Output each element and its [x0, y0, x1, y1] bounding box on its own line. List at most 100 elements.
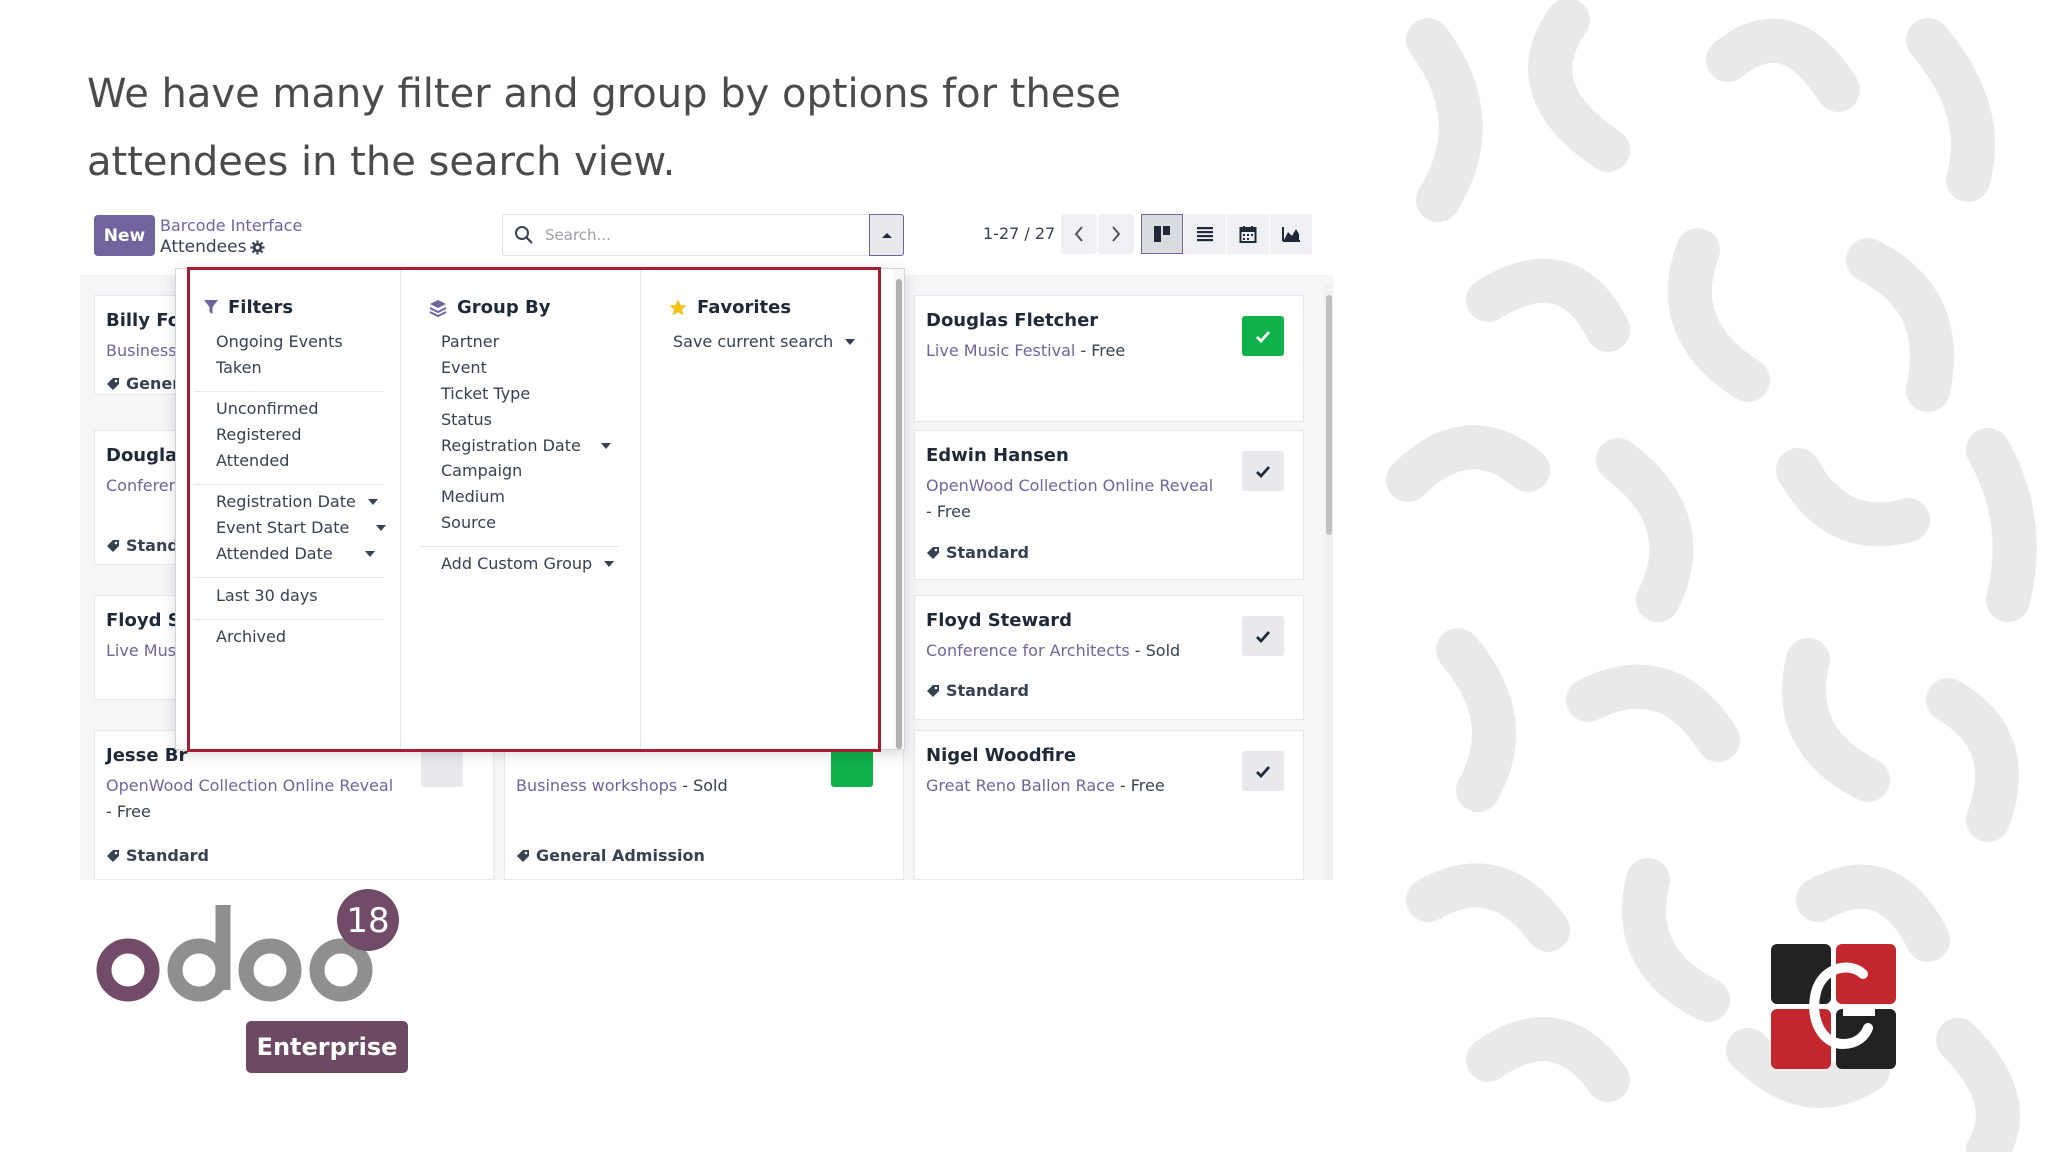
tag-icon [107, 539, 119, 552]
kanban-card[interactable]: Edwin Hansen OpenWood Collection Online … [914, 430, 1304, 580]
graph-view-button[interactable] [1270, 214, 1312, 254]
event-link[interactable]: Conferen [106, 476, 179, 495]
group-by-status[interactable]: Status [441, 410, 492, 429]
pager-previous-button[interactable] [1061, 214, 1097, 254]
odoo-app-window: New Barcode Interface Attendees 1-27 / 2… [80, 205, 1333, 880]
gear-icon[interactable] [250, 239, 265, 255]
group-by-registration-date-label: Registration Date [441, 436, 581, 455]
group-by-title: Group By [457, 297, 551, 318]
ticket-type: Stand [106, 536, 179, 555]
caret-down-icon [367, 498, 378, 505]
search-bar[interactable] [502, 214, 904, 256]
filter-attended-date[interactable]: Attended Date [216, 544, 375, 563]
caret-down-icon [845, 338, 856, 345]
caret-down-icon [364, 550, 375, 557]
search-icon [515, 226, 533, 244]
group-by-partner[interactable]: Partner [441, 332, 499, 351]
mark-attended-button[interactable] [831, 747, 873, 787]
mark-attended-button[interactable] [1242, 316, 1284, 356]
breadcrumb-current-label: Attendees [160, 237, 247, 257]
ticket-status: - Free [106, 802, 151, 821]
group-by-campaign[interactable]: Campaign [441, 461, 522, 480]
kanban-card[interactable]: Floyd Steward Conference for Architects … [914, 595, 1304, 720]
event-link[interactable]: OpenWood Collection Online Reveal [926, 476, 1213, 495]
event-link[interactable]: Business [106, 341, 177, 360]
attendee-name: Edwin Hansen [926, 445, 1069, 466]
save-current-search-label: Save current search [673, 332, 834, 351]
mark-attended-button[interactable] [1242, 751, 1284, 791]
event-link[interactable]: Great Reno Ballon Race [926, 776, 1115, 795]
event-link[interactable]: OpenWood Collection Online Reveal [106, 776, 393, 795]
new-button[interactable]: New [94, 215, 155, 256]
kanban-view-button[interactable] [1141, 214, 1183, 254]
group-by-source[interactable]: Source [441, 513, 496, 532]
ticket-status: - Sold [1129, 641, 1181, 660]
event-link[interactable]: Business workshops [516, 776, 677, 795]
filter-ongoing-events[interactable]: Ongoing Events [216, 332, 343, 351]
decorative-pattern [1368, 0, 2048, 1152]
filter-attended[interactable]: Attended [216, 451, 289, 470]
filter-archived[interactable]: Archived [216, 627, 286, 646]
caret-down-icon [600, 442, 611, 449]
ticket-type: General Admission [516, 846, 705, 865]
ticket-type: Standard [926, 681, 1029, 700]
filters-title: Filters [228, 297, 294, 318]
filters-panel: Filters Ongoing Events Taken Unconfirmed… [176, 269, 401, 749]
group-by-ticket-type[interactable]: Ticket Type [441, 384, 530, 403]
pager-value[interactable]: 1-27 / 27 [983, 224, 1055, 243]
check-icon [1256, 465, 1271, 478]
event-link[interactable]: Live Musi [106, 641, 180, 660]
tag-icon [107, 377, 119, 390]
mark-attended-button[interactable] [1242, 616, 1284, 656]
event-link[interactable]: Live Music Festival [926, 341, 1075, 360]
event-link[interactable]: Conference for Architects [926, 641, 1130, 660]
save-current-search[interactable]: Save current search [673, 332, 856, 351]
group-by-panel: Group By Partner Event Ticket Type Statu… [401, 269, 641, 749]
favorites-panel: Favorites Save current search [641, 269, 896, 749]
calendar-icon [1239, 226, 1257, 243]
breadcrumb-parent[interactable]: Barcode Interface [160, 216, 302, 235]
kanban-scrollbar-thumb[interactable] [1326, 295, 1332, 535]
calendar-view-button[interactable] [1227, 214, 1269, 254]
tag-icon [927, 684, 939, 697]
ticket-type-label: Standard [126, 846, 209, 865]
ticket-type-label: Standard [946, 681, 1029, 700]
attendee-event: Business workshops - Sold [516, 773, 816, 799]
group-by-registration-date[interactable]: Registration Date [441, 436, 611, 455]
kanban-card[interactable]: Business workshops - Sold General Admiss… [504, 730, 904, 880]
filter-registration-date-label: Registration Date [216, 492, 356, 511]
company-logo [1771, 944, 1896, 1069]
add-custom-group-label: Add Custom Group [441, 554, 593, 573]
add-custom-group-select[interactable]: Add Custom Group [441, 554, 615, 573]
list-view-button[interactable] [1184, 214, 1226, 254]
filter-attended-date-label: Attended Date [216, 544, 333, 563]
kanban-card[interactable]: Nigel Woodfire Great Reno Ballon Race - … [914, 730, 1304, 880]
filter-unconfirmed[interactable]: Unconfirmed [216, 399, 319, 418]
ticket-type-label: Gener [126, 374, 181, 393]
mark-attended-button[interactable] [1242, 451, 1284, 491]
filter-registered[interactable]: Registered [216, 425, 302, 444]
ticket-type-label: Standard [946, 543, 1029, 562]
filter-event-start-date[interactable]: Event Start Date [216, 518, 387, 537]
area-chart-icon [1282, 227, 1300, 242]
kanban-card[interactable]: Jesse Br OpenWood Collection Online Reve… [94, 730, 494, 880]
search-input[interactable] [545, 223, 845, 247]
slide-headline: We have many filter and group by options… [87, 71, 1121, 185]
pager-next-button[interactable] [1098, 214, 1134, 254]
kanban-card[interactable]: Douglas Fletcher Live Music Festival - F… [914, 295, 1304, 422]
filter-taken[interactable]: Taken [216, 358, 262, 377]
tag-icon [927, 546, 939, 559]
filter-last-30-days[interactable]: Last 30 days [216, 586, 318, 605]
group-by-header: Group By [429, 297, 550, 318]
group-by-event[interactable]: Event [441, 358, 487, 377]
group-by-divider [419, 546, 619, 547]
chevron-left-icon [1074, 226, 1083, 242]
group-by-medium[interactable]: Medium [441, 487, 505, 506]
dropdown-scrollbar-thumb[interactable] [896, 279, 902, 749]
attendee-event: OpenWood Collection Online Reveal - Free [106, 773, 406, 825]
filter-registration-date[interactable]: Registration Date [216, 492, 378, 511]
caret-down-icon [376, 524, 387, 531]
mark-attended-button[interactable] [421, 747, 463, 787]
search-options-toggle[interactable] [869, 214, 904, 256]
layers-icon [429, 299, 447, 317]
